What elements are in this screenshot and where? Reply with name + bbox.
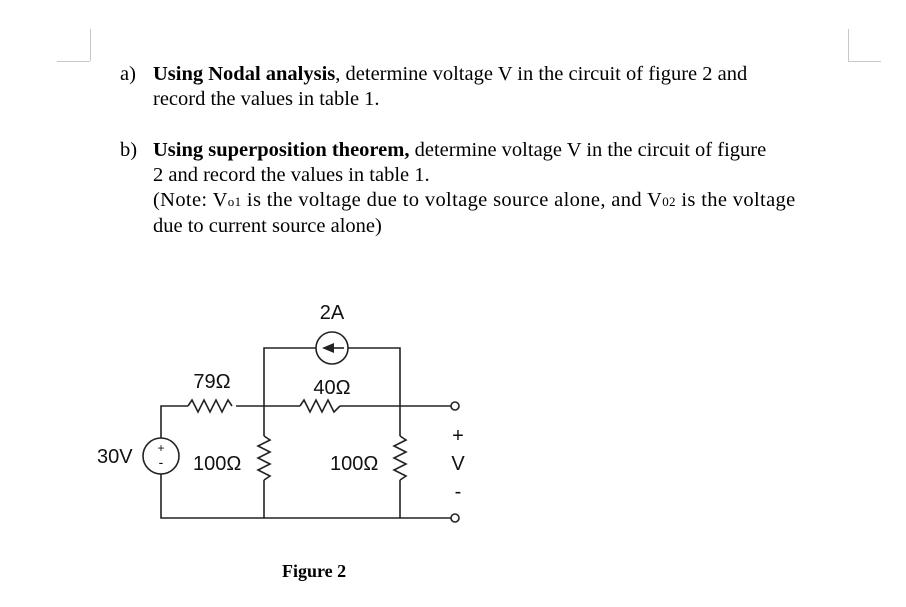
label-r-shunt-right: 100Ω xyxy=(330,453,378,475)
terminal-bottom xyxy=(450,513,460,523)
label-output-v: V xyxy=(451,453,465,475)
resistor-40 xyxy=(299,398,341,414)
resistor-100-right xyxy=(392,435,408,481)
label-current-source: 2A xyxy=(320,302,345,324)
resistor-79 xyxy=(187,398,233,414)
label-minus: - xyxy=(455,481,462,503)
terminal-top xyxy=(450,401,460,411)
wire xyxy=(160,405,455,438)
plus-sign: + xyxy=(157,441,164,455)
label-voltage-source: 30V xyxy=(97,446,133,468)
figure-caption: Figure 2 xyxy=(282,561,347,581)
resistor-100-left xyxy=(256,435,272,481)
circuit-diagram: + - 2A 79Ω 40Ω 30V 100Ω 100Ω + V - xyxy=(97,302,465,523)
label-r-bridge: 40Ω xyxy=(313,377,350,399)
label-r-shunt-left: 100Ω xyxy=(193,453,241,475)
wire xyxy=(160,474,451,519)
label-plus: + xyxy=(452,425,464,447)
arrow-icon xyxy=(322,343,334,353)
minus-sign: - xyxy=(159,454,164,470)
label-r-series: 79Ω xyxy=(193,371,230,393)
